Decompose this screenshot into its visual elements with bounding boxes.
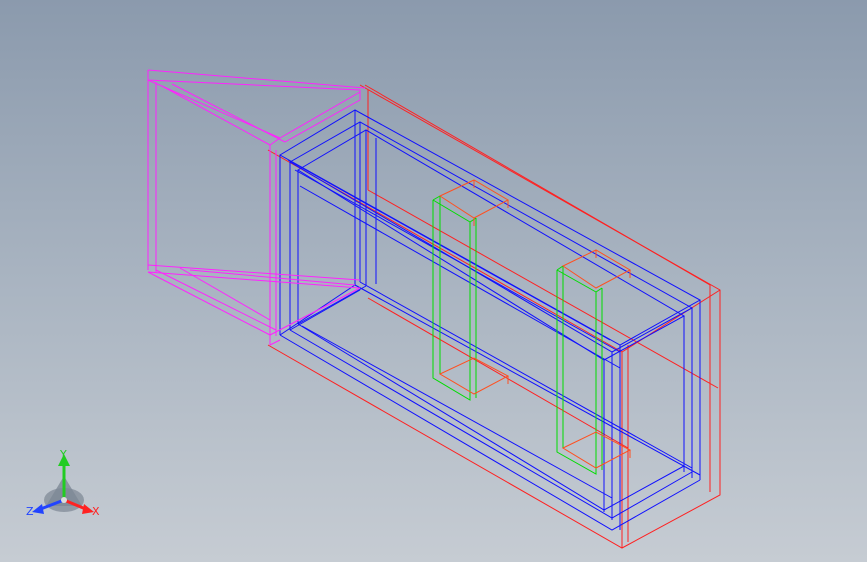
supports-edges [432,195,603,475]
z-axis-label: Z [26,505,34,518]
hopper-edges [147,69,366,346]
inner-frame-edges [279,109,702,531]
z-axis-arrow-icon [32,504,44,514]
wireframe-model[interactable] [0,0,867,562]
graphics-viewport[interactable]: Y X Z [0,0,867,562]
x-axis-label: X [92,505,100,518]
view-orientation-triad[interactable]: Y X Z [22,448,106,524]
triad-origin-icon [61,497,67,503]
outer-shell-edges [267,84,721,549]
y-axis-label: Y [59,448,67,461]
